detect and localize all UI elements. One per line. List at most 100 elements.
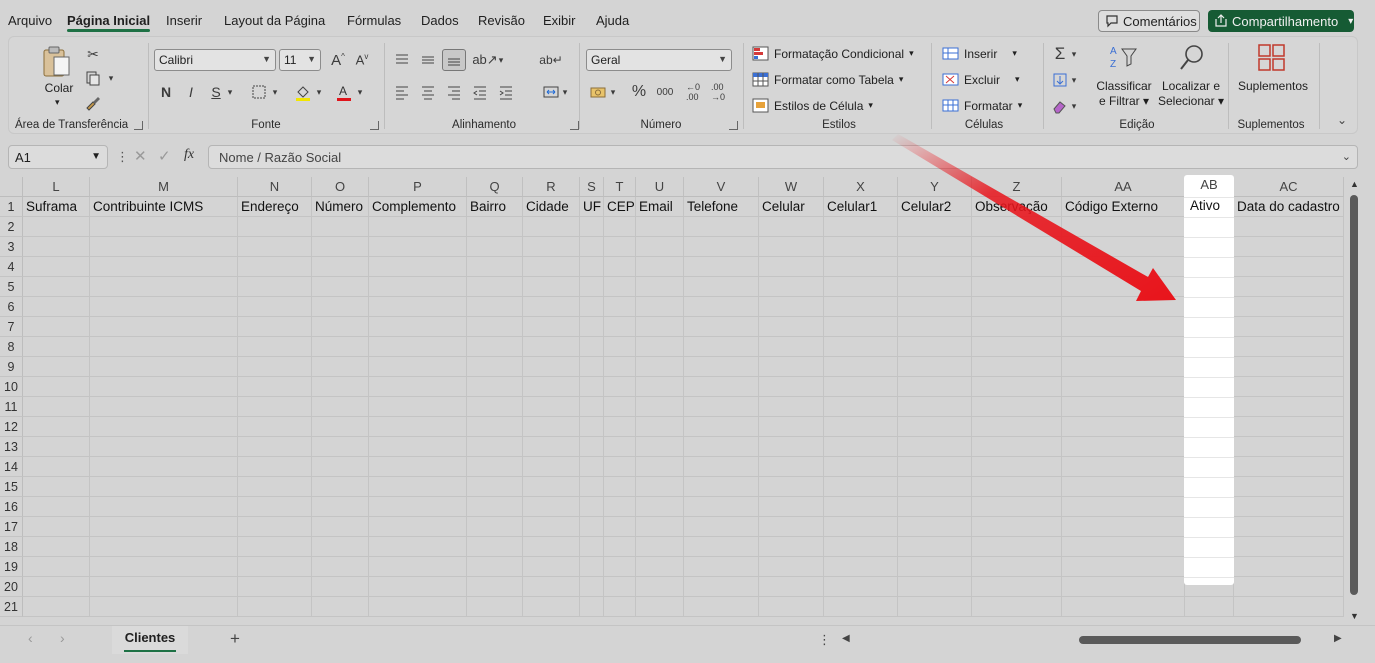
row-header[interactable]: 6 [0, 297, 23, 317]
table-cell[interactable] [759, 577, 824, 597]
table-cell[interactable] [604, 297, 636, 317]
table-cell[interactable] [369, 317, 467, 337]
table-cell[interactable] [1062, 557, 1185, 577]
column-header-z[interactable]: Z [972, 177, 1062, 197]
table-cell[interactable] [523, 297, 580, 317]
table-cell[interactable] [1062, 217, 1185, 237]
vertical-scroll-thumb[interactable] [1350, 195, 1358, 595]
table-cell[interactable] [238, 357, 312, 377]
table-cell[interactable] [23, 477, 90, 497]
table-cell[interactable] [369, 477, 467, 497]
header-cell[interactable]: Suframa [23, 197, 90, 217]
row-header[interactable]: 7 [0, 317, 23, 337]
table-cell[interactable] [90, 577, 238, 597]
table-cell[interactable] [580, 477, 604, 497]
header-cell[interactable]: Data do cadastro [1234, 197, 1344, 217]
table-cell[interactable] [636, 577, 684, 597]
table-cell[interactable] [824, 417, 898, 437]
table-cell[interactable] [972, 457, 1062, 477]
align-right-button[interactable] [442, 81, 466, 103]
table-cell[interactable] [523, 597, 580, 617]
table-cell[interactable] [467, 357, 523, 377]
align-bottom-button[interactable] [442, 49, 466, 71]
header-cell[interactable]: Bairro [467, 197, 523, 217]
clipboard-launcher[interactable] [134, 121, 143, 130]
decrease-decimal-button[interactable]: .00 →0 [706, 81, 730, 103]
header-cell[interactable]: Celular2 [898, 197, 972, 217]
table-cell[interactable] [684, 457, 759, 477]
table-cell[interactable] [90, 297, 238, 317]
copy-button[interactable] [81, 67, 105, 89]
more-options-icon[interactable]: ⋮ [818, 632, 831, 648]
table-cell[interactable] [759, 317, 824, 337]
table-cell[interactable] [824, 257, 898, 277]
table-cell[interactable] [467, 277, 523, 297]
table-cell[interactable] [1062, 477, 1185, 497]
table-cell[interactable] [467, 297, 523, 317]
table-cell[interactable] [369, 497, 467, 517]
table-cell[interactable] [759, 417, 824, 437]
table-cell[interactable] [824, 397, 898, 417]
table-cell[interactable] [312, 577, 369, 597]
increase-indent-button[interactable] [494, 81, 518, 103]
row-header[interactable]: 18 [0, 537, 23, 557]
column-header-n[interactable]: N [238, 177, 312, 197]
table-cell[interactable] [90, 397, 238, 417]
table-cell[interactable] [972, 437, 1062, 457]
table-cell[interactable] [604, 557, 636, 577]
table-cell[interactable] [898, 377, 972, 397]
table-cell[interactable] [824, 297, 898, 317]
table-cell[interactable] [23, 317, 90, 337]
header-cell[interactable]: Endereço [238, 197, 312, 217]
table-cell[interactable] [898, 277, 972, 297]
table-cell[interactable] [1234, 297, 1344, 317]
table-cell[interactable] [759, 537, 824, 557]
enter-icon[interactable]: ✓ [158, 147, 171, 165]
table-cell[interactable] [369, 517, 467, 537]
table-cell[interactable] [1234, 597, 1344, 617]
delete-cells-button[interactable]: Excluir ▾ [942, 71, 1020, 88]
chevron-down-icon[interactable]: ▾ [269, 81, 281, 103]
table-cell[interactable] [467, 477, 523, 497]
table-cell[interactable] [972, 497, 1062, 517]
table-cell[interactable] [369, 457, 467, 477]
table-cell[interactable] [824, 217, 898, 237]
table-cell[interactable] [23, 557, 90, 577]
table-cell[interactable] [467, 557, 523, 577]
font-size-select[interactable]: 11 ▼ [279, 49, 321, 71]
table-cell[interactable] [636, 417, 684, 437]
table-cell[interactable] [23, 217, 90, 237]
header-cell[interactable]: Celular [759, 197, 824, 217]
table-cell[interactable] [369, 377, 467, 397]
table-cell[interactable] [238, 297, 312, 317]
table-cell[interactable] [604, 337, 636, 357]
table-cell[interactable] [1062, 517, 1185, 537]
table-cell[interactable] [1062, 497, 1185, 517]
table-cell[interactable] [23, 257, 90, 277]
table-cell[interactable] [467, 337, 523, 357]
table-cell[interactable] [684, 497, 759, 517]
align-middle-button[interactable] [416, 49, 440, 71]
table-cell[interactable] [898, 457, 972, 477]
table-cell[interactable] [636, 477, 684, 497]
table-cell[interactable] [312, 457, 369, 477]
column-header-l[interactable]: L [23, 177, 90, 197]
table-cell[interactable] [467, 217, 523, 237]
table-cell[interactable] [580, 457, 604, 477]
table-cell[interactable] [580, 297, 604, 317]
table-cell[interactable] [604, 237, 636, 257]
table-cell[interactable] [523, 397, 580, 417]
table-cell[interactable] [238, 237, 312, 257]
formula-input[interactable]: Nome / Razão Social ⌄ [208, 145, 1358, 169]
scroll-down-icon[interactable]: ▼ [1350, 611, 1359, 621]
sort-filter-button[interactable]: AZ Classificar e Filtrar ▾ [1092, 43, 1152, 109]
table-cell[interactable] [90, 337, 238, 357]
chevron-down-icon[interactable]: ▾ [1068, 43, 1080, 65]
table-cell[interactable] [23, 577, 90, 597]
table-cell[interactable] [238, 557, 312, 577]
table-cell[interactable] [604, 437, 636, 457]
table-cell[interactable] [369, 597, 467, 617]
table-cell[interactable] [1234, 577, 1344, 597]
table-cell[interactable] [580, 337, 604, 357]
table-cell[interactable] [369, 557, 467, 577]
